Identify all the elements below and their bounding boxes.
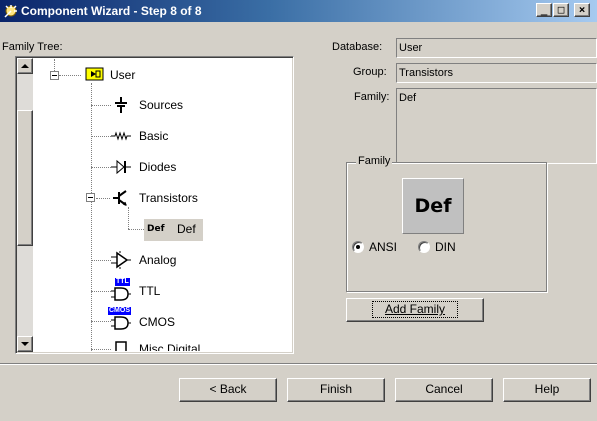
close-button[interactable]: × [574,3,590,17]
collapse-user-icon[interactable] [50,71,59,80]
help-button[interactable]: Help [503,378,591,402]
opamp-icon [111,251,131,269]
maximize-button[interactable]: □ [553,3,569,17]
family-value: Def [396,88,597,164]
misc-digital-icon [115,341,127,351]
tree-scrollbar[interactable] [17,58,33,352]
transistor-icon [113,190,127,206]
database-value: User [396,38,597,58]
family-groupbox-legend: Family [356,155,393,167]
collapse-transistors-icon[interactable] [86,193,95,202]
group-label: Group: [353,66,387,78]
title-bar[interactable]: Component Wizard - Step 8 of 8 _ □ × [0,0,597,22]
tree-item-analog[interactable]: Analog [139,253,176,267]
family-tree-label: Family Tree: [2,41,63,53]
cmos-gate-icon [111,316,131,330]
tree-item-cmos[interactable]: CMOS [139,315,175,329]
arrow-up-icon [21,64,29,68]
ttl-gate-icon [111,287,131,301]
finish-button[interactable]: Finish [287,378,385,402]
cancel-button[interactable]: Cancel [395,378,493,402]
user-folder-icon [85,67,104,81]
tree-item-misc-digital[interactable]: Misc Digital [139,342,200,351]
add-family-button[interactable]: Add Family [346,298,484,322]
resistor-icon [111,131,131,141]
scroll-down-button[interactable] [17,336,33,352]
footer-separator [0,363,597,365]
wizard-icon [4,5,17,18]
back-button[interactable]: < Back [179,378,277,402]
tree-item-diodes[interactable]: Diodes [139,160,176,174]
database-label: Database: [332,41,383,53]
din-radio[interactable] [418,241,430,253]
scroll-thumb[interactable] [17,110,33,246]
def-family-icon: Def [147,224,165,234]
tree-item-sources[interactable]: Sources [139,98,183,112]
tree-content: User Sources Basic Diodes Transistors De… [35,59,292,351]
window-title: Component Wizard - Step 8 of 8 [21,4,202,18]
group-value: Transistors [396,63,597,83]
arrow-down-icon [21,342,29,346]
family-preview: Def [402,178,464,234]
tree-item-ttl[interactable]: TTL [139,284,160,298]
tree-item-basic[interactable]: Basic [139,129,168,143]
scroll-up-button[interactable] [17,58,33,74]
family-label: Family: [354,91,390,103]
tree-item-def[interactable]: Def [177,222,196,236]
ansi-radio-label[interactable]: ANSI [369,240,397,254]
din-radio-label[interactable]: DIN [435,240,456,254]
tree-item-transistors[interactable]: Transistors [139,191,198,205]
minimize-button[interactable]: _ [536,3,552,17]
diode-icon [111,159,131,175]
sources-icon [115,97,127,113]
ansi-radio[interactable] [352,241,364,253]
tree-item-user[interactable]: User [110,68,135,82]
